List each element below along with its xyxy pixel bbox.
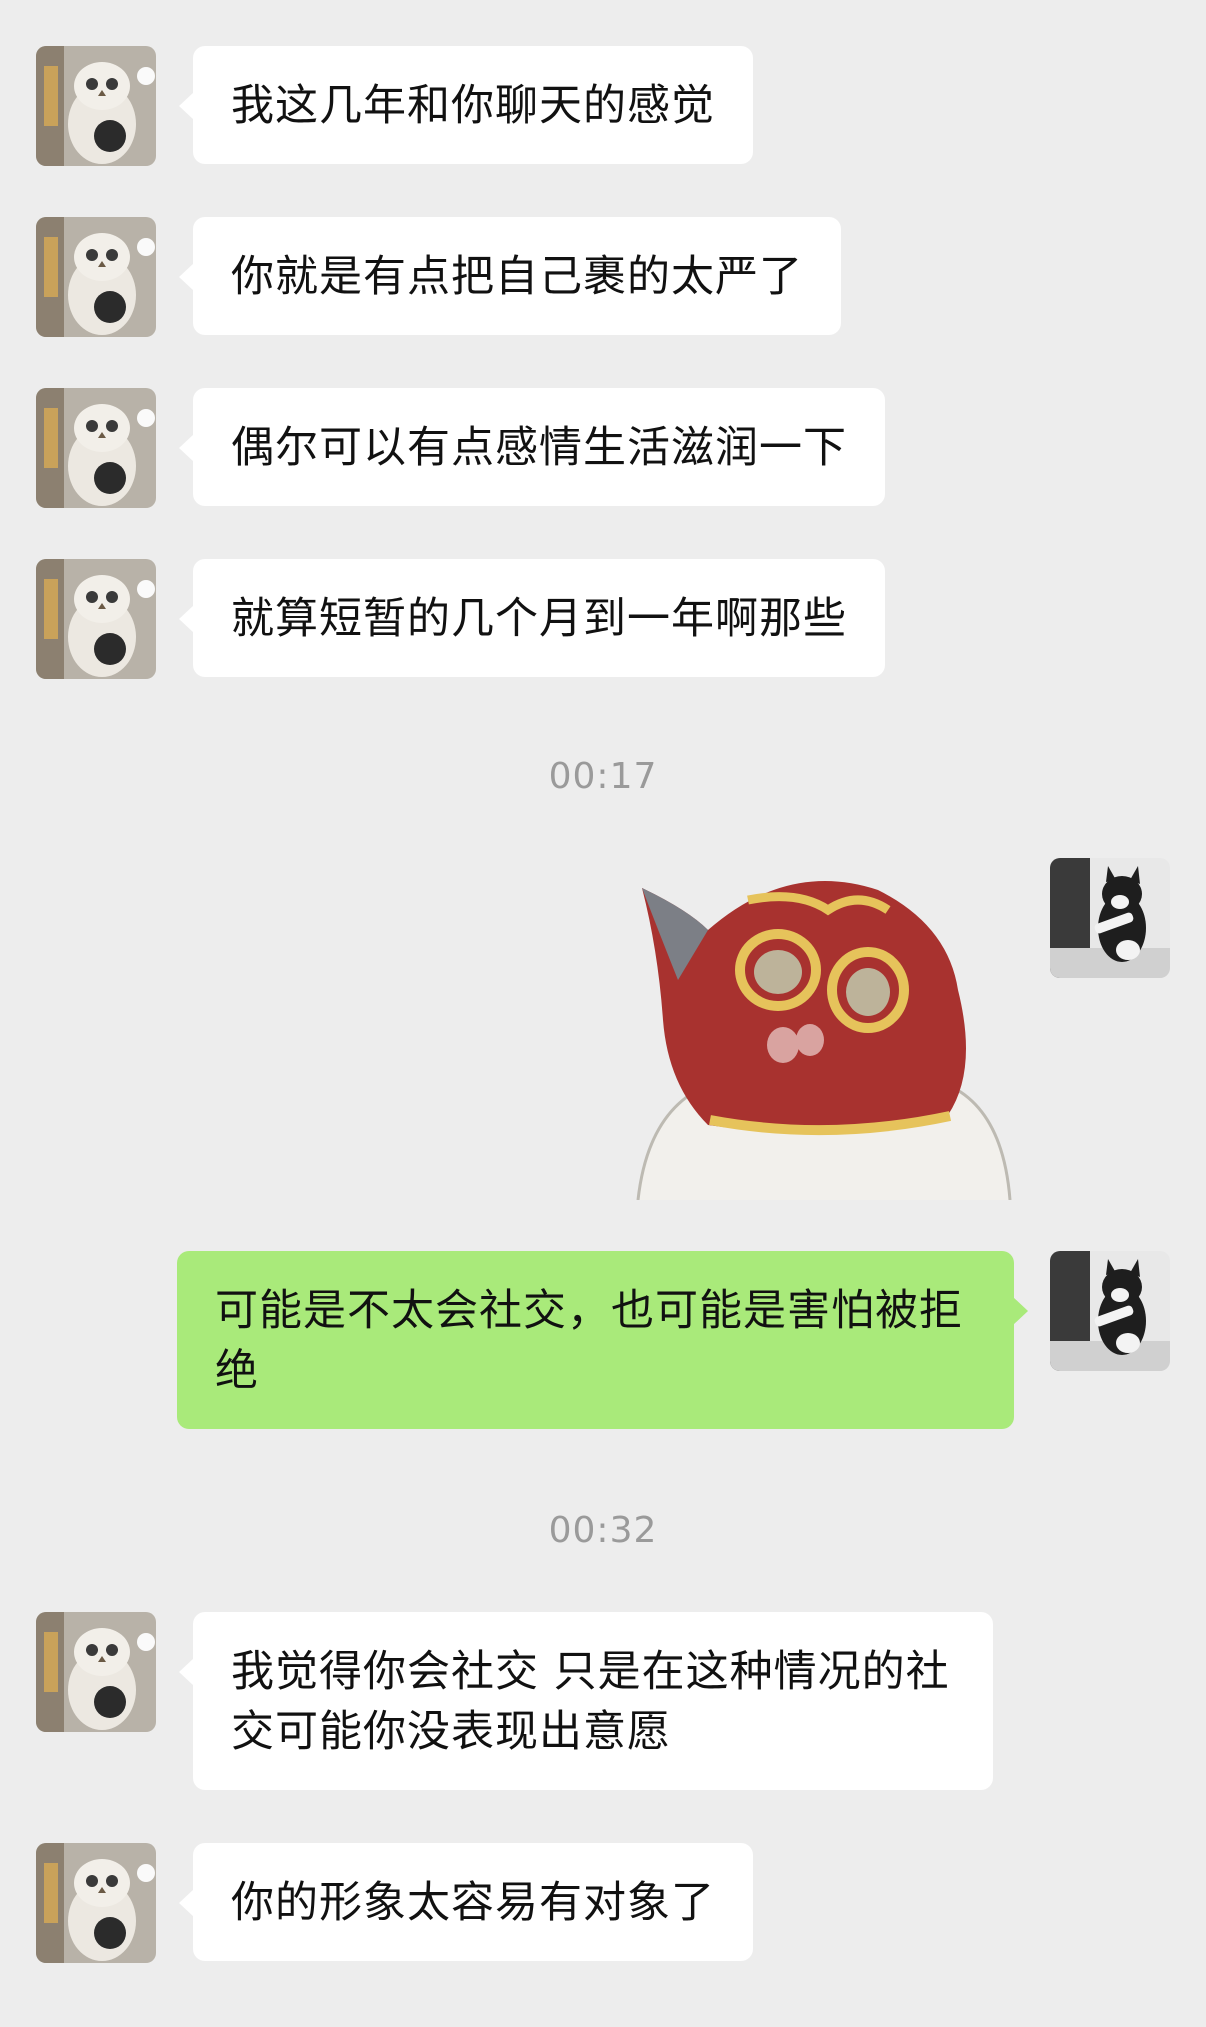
- owl-avatar-icon: [36, 217, 156, 337]
- message-bubble[interactable]: 你的形象太容易有对象了: [179, 1843, 753, 1961]
- masked-owl-sticker-icon: [636, 881, 1012, 1200]
- message-bubble[interactable]: 我觉得你会社交 只是在这种情况的社交可能你没表现出意愿: [179, 1612, 993, 1790]
- owl-avatar-icon: [36, 1612, 156, 1732]
- owl-avatar-icon: [36, 388, 156, 508]
- message-bubble[interactable]: 可能是不太会社交，也可能是害怕被拒绝: [177, 1251, 1028, 1429]
- message-bubble[interactable]: 偶尔可以有点感情生活滋润一下: [179, 388, 885, 506]
- timestamp: 00:17: [548, 756, 658, 797]
- message-bubble[interactable]: 就算短暂的几个月到一年啊那些: [179, 559, 885, 677]
- message-bubble[interactable]: 我这几年和你聊天的感觉: [179, 46, 753, 164]
- user-avatar[interactable]: [1050, 1251, 1170, 1371]
- contact-avatar[interactable]: [36, 46, 156, 166]
- cat-avatar-icon: [1050, 858, 1170, 978]
- timestamp: 00:32: [548, 1510, 658, 1551]
- owl-avatar-icon: [36, 46, 156, 166]
- owl-avatar-icon: [36, 1843, 156, 1963]
- message-bubble[interactable]: 你就是有点把自己裹的太严了: [179, 217, 841, 335]
- contact-avatar[interactable]: [36, 1843, 156, 1963]
- contact-avatar[interactable]: [36, 1612, 156, 1732]
- sticker-message[interactable]: [618, 870, 1018, 1200]
- contact-avatar[interactable]: [36, 388, 156, 508]
- cat-avatar-icon: [1050, 1251, 1170, 1371]
- contact-avatar[interactable]: [36, 217, 156, 337]
- user-avatar[interactable]: [1050, 858, 1170, 978]
- contact-avatar[interactable]: [36, 559, 156, 679]
- owl-avatar-icon: [36, 559, 156, 679]
